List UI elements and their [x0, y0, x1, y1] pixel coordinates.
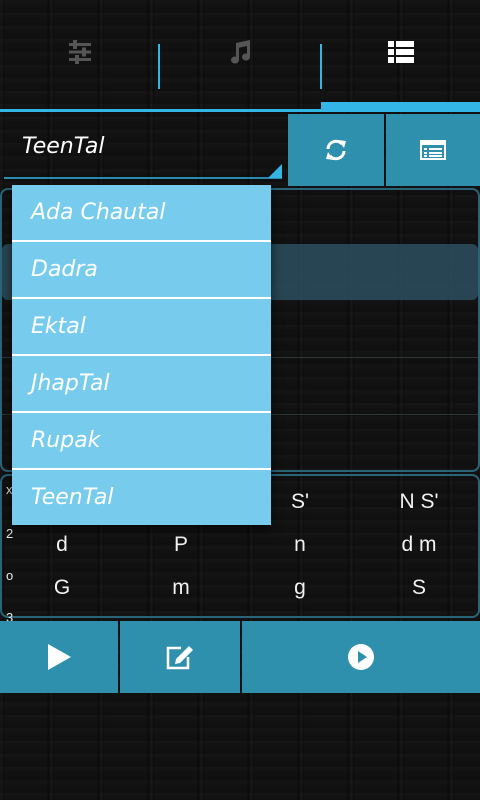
play-button[interactable] — [0, 621, 118, 693]
grid-cell[interactable]: d m — [359, 533, 479, 557]
grid-cell[interactable]: d — [2, 533, 122, 557]
edit-icon — [166, 646, 193, 670]
refresh-icon — [326, 139, 346, 161]
grid-cell[interactable]: g — [240, 576, 360, 600]
dropdown-item-teental[interactable]: TeenTal — [12, 470, 271, 525]
grid-cell[interactable]: S — [359, 576, 479, 600]
dropdown-item-ektal[interactable]: Ektal — [12, 299, 271, 354]
dropdown-item-jhaptal[interactable]: JhapTal — [12, 356, 271, 411]
tab-music[interactable] — [160, 0, 319, 104]
refresh-button[interactable] — [288, 114, 384, 186]
play-circle-button[interactable] — [242, 621, 480, 693]
dropdown-item-ada-chautal[interactable]: Ada Chautal — [12, 185, 271, 240]
sliders-icon — [68, 40, 91, 64]
grid-cell[interactable]: G — [2, 576, 122, 600]
play-icon — [48, 644, 71, 670]
edit-button[interactable] — [120, 621, 240, 693]
dropdown-item-rupak[interactable]: Rupak — [12, 413, 271, 468]
grid-cell[interactable]: n — [240, 533, 360, 557]
tab-underline — [0, 109, 480, 112]
tab-bar — [0, 0, 480, 112]
grid-cell[interactable]: P — [121, 533, 241, 557]
list-view-button[interactable] — [386, 114, 480, 186]
list-view-icon — [420, 140, 446, 160]
dropdown-item-dadra[interactable]: Dadra — [12, 242, 271, 297]
music-note-icon — [230, 40, 250, 64]
tab-settings[interactable] — [0, 0, 159, 104]
spinner-selected-value: TeenTal — [22, 134, 105, 159]
taal-dropdown: Ada Chautal Dadra Ektal JhapTal Rupak Te… — [12, 185, 271, 525]
grid-cell[interactable]: m — [121, 576, 241, 600]
tab-list[interactable] — [321, 0, 480, 104]
play-circle-icon — [348, 644, 374, 670]
spinner-underline — [4, 164, 282, 179]
list-icon — [387, 41, 414, 63]
spinner-arrow-icon — [268, 164, 282, 178]
grid-cell[interactable]: N S' — [359, 490, 479, 514]
